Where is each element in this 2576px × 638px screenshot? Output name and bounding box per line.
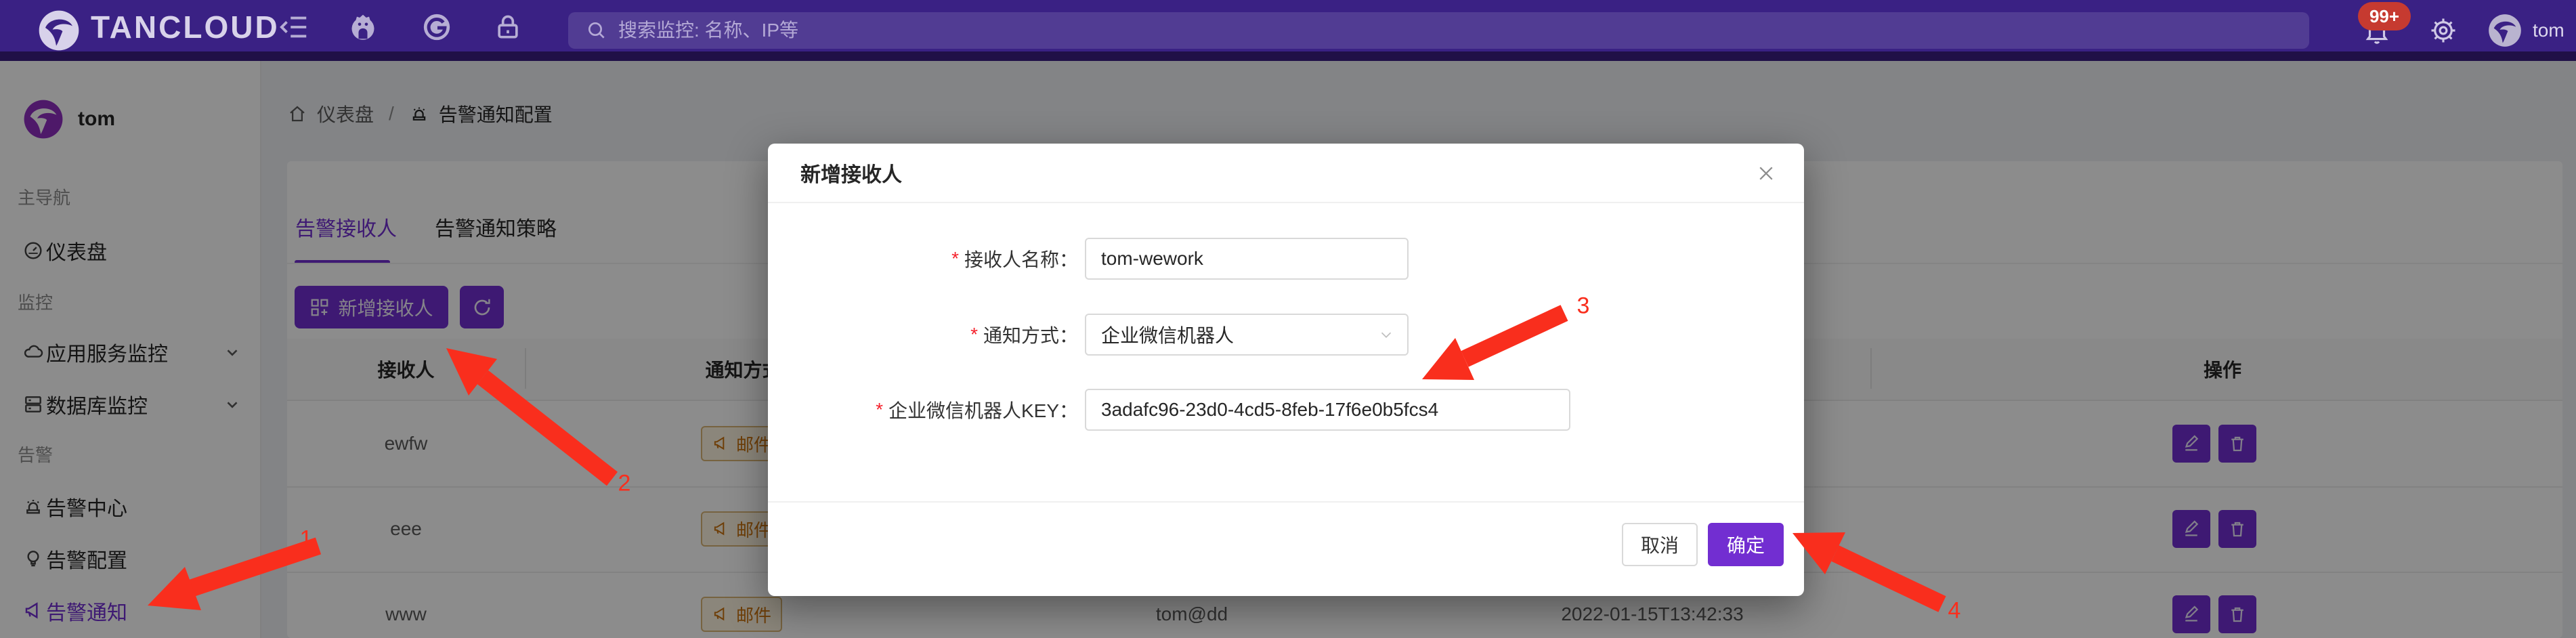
select-value: 企业微信机器人: [1101, 321, 1234, 348]
notify-method-select[interactable]: 企业微信机器人: [1085, 314, 1409, 356]
required-mark: *: [951, 248, 959, 270]
lock-icon[interactable]: [488, 0, 528, 54]
form-row-wework-key: * 企业微信机器人KEY：: [768, 389, 1804, 431]
close-icon[interactable]: [1751, 158, 1781, 188]
receiver-name-input[interactable]: [1085, 238, 1409, 280]
app-screen: TANCLOUD: [0, 0, 2576, 638]
field-label: 通知方式：: [983, 321, 1078, 348]
brand-name: TANCLOUD: [91, 0, 280, 54]
user-avatar[interactable]: [2487, 13, 2523, 48]
navbar-username[interactable]: tom: [2533, 0, 2564, 61]
required-mark: *: [876, 399, 883, 421]
required-mark: *: [970, 324, 978, 345]
confirm-button[interactable]: 确定: [1708, 523, 1784, 566]
field-label: 企业微信机器人KEY：: [888, 396, 1078, 423]
modal-footer: 取消 确定: [768, 501, 1804, 596]
search-icon: [586, 20, 607, 41]
chevron-down-icon: [1377, 326, 1395, 343]
field-label: 接收人名称：: [964, 245, 1078, 272]
gitee-icon[interactable]: [416, 0, 457, 54]
settings-gear-icon[interactable]: [2424, 0, 2462, 61]
menu-fold-icon[interactable]: [274, 0, 315, 54]
notification-count-badge[interactable]: 99+: [2358, 2, 2411, 30]
cancel-button[interactable]: 取消: [1622, 523, 1698, 566]
modal-title: 新增接收人: [800, 144, 902, 202]
top-navbar: TANCLOUD: [0, 0, 2576, 61]
modal-header: 新增接收人: [768, 144, 1804, 203]
github-icon[interactable]: [343, 0, 383, 54]
wework-key-input[interactable]: [1085, 389, 1570, 431]
form-row-receiver-name: * 接收人名称：: [768, 238, 1804, 280]
monitor-search-bar[interactable]: [568, 12, 2309, 49]
tancloud-logo-icon[interactable]: [37, 9, 81, 52]
form-row-notify-method: * 通知方式： 企业微信机器人: [768, 314, 1804, 356]
search-input[interactable]: [617, 19, 2309, 42]
add-receiver-modal: 新增接收人 * 接收人名称： * 通知方式： 企业微信机器人: [768, 144, 1804, 596]
